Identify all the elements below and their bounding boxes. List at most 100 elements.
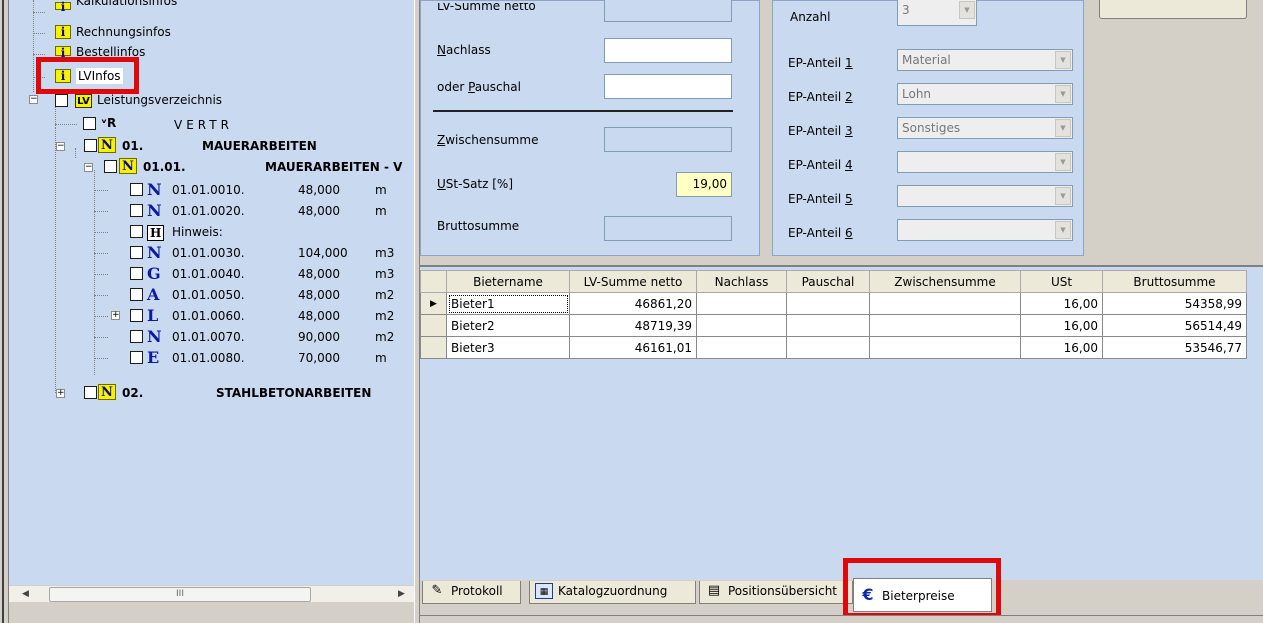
tree-item-vertr[interactable]: VERTR (174, 117, 233, 133)
tab-protokoll[interactable]: ✎ Protokoll (422, 581, 521, 604)
tree-checkbox[interactable] (84, 139, 97, 152)
grid-cell-lv-summe[interactable]: 48719,39 (569, 314, 697, 337)
tree-checkbox[interactable] (83, 117, 96, 130)
grid-cell-name[interactable]: Bieter2 (446, 314, 570, 337)
column-header[interactable]: Zwischensumme (869, 270, 1021, 293)
table-row[interactable]: Bieter2 48719,39 16,00 56514,49 (420, 314, 1247, 337)
grid-cell-nachlass[interactable] (696, 314, 787, 337)
tree-item-rechnungsinfos[interactable]: Rechnungsinfos (76, 24, 171, 40)
tree-item-root[interactable]: Leistungsverzeichnis (97, 92, 222, 108)
tree-checkbox[interactable] (104, 160, 117, 173)
ep-anteil-select[interactable]: ▼ (897, 185, 1073, 207)
tree-item-bestellinfos[interactable]: Bestellinfos (76, 44, 145, 56)
tree-subgroup-number[interactable]: 01.01. (143, 159, 186, 175)
grid-cell-ust[interactable]: 16,00 (1020, 314, 1103, 337)
tree-item-kalkulationsinfos[interactable]: Kalkulationsinfos (76, 0, 177, 8)
ep-anteil-select[interactable]: Lohn ▼ (897, 83, 1073, 105)
ep-anteil-select[interactable]: ▼ (897, 219, 1073, 241)
row-indicator[interactable] (420, 336, 447, 359)
tree-horizontal-scrollbar[interactable]: ◀ III ▶ (9, 585, 414, 602)
ep-anteil-select[interactable]: ▼ (897, 151, 1073, 173)
anzahl-label: Anzahl (790, 10, 831, 24)
scroll-left-icon[interactable]: ◀ (17, 586, 34, 603)
tree-checkbox[interactable] (130, 351, 143, 364)
position-code[interactable]: 01.01.0060. (172, 308, 245, 324)
grid-cell-zwischensumme[interactable] (869, 314, 1021, 337)
collapse-icon[interactable]: − (84, 163, 93, 172)
tree-checkbox[interactable] (130, 288, 143, 301)
grid-cell-pauschal[interactable] (786, 292, 870, 315)
collapse-icon[interactable]: − (56, 142, 65, 151)
grid-cell-lv-summe[interactable]: 46861,20 (569, 292, 697, 315)
row-indicator[interactable] (420, 314, 447, 337)
tree-group-number[interactable]: 02. (122, 385, 143, 401)
ust-input[interactable]: 19,00 (676, 172, 732, 197)
grid-cell-name[interactable]: Bieter1 (446, 292, 570, 315)
grid-cell-pauschal[interactable] (786, 336, 870, 359)
position-code[interactable]: Hinweis: (172, 224, 223, 240)
grid-cell-zwischensumme[interactable] (869, 336, 1021, 359)
anzahl-select[interactable]: 3 ▼ (897, 0, 977, 26)
tab-katalogzuordnung[interactable]: ▦ Katalogzuordnung (529, 581, 696, 604)
tree-checkbox[interactable] (130, 246, 143, 259)
chevron-down-icon[interactable]: ▼ (1055, 153, 1071, 171)
grid-cell-brutto[interactable]: 54358,99 (1102, 292, 1247, 315)
chevron-down-icon[interactable]: ▼ (1055, 51, 1071, 69)
tab-positionsuebersicht[interactable]: ▤ Positionsübersicht (699, 581, 853, 604)
grid-cell-ust[interactable]: 16,00 (1020, 336, 1103, 359)
tree-group-title[interactable]: MAUERARBEITEN (202, 138, 317, 154)
collapse-icon[interactable]: − (29, 95, 38, 104)
column-header[interactable]: Bruttosumme (1102, 270, 1247, 293)
grid-cell-name[interactable]: Bieter3 (446, 336, 570, 359)
position-code[interactable]: 01.01.0020. (172, 203, 245, 219)
expand-icon[interactable]: + (111, 311, 120, 320)
tree-checkbox[interactable] (130, 225, 143, 238)
grid-cell-lv-summe[interactable]: 46161,01 (569, 336, 697, 359)
chevron-down-icon[interactable]: ▼ (1055, 187, 1071, 205)
scroll-right-icon[interactable]: ▶ (393, 586, 410, 603)
expand-icon[interactable]: + (56, 389, 65, 398)
chevron-down-icon[interactable]: ▼ (959, 1, 975, 19)
grid-cell-brutto[interactable]: 53546,77 (1102, 336, 1247, 359)
table-row[interactable]: Bieter3 46161,01 16,00 53546,77 (420, 336, 1247, 359)
row-indicator[interactable]: ▶ (420, 292, 447, 315)
tree-checkbox[interactable] (84, 386, 97, 399)
grid-cell-brutto[interactable]: 56514,49 (1102, 314, 1247, 337)
table-row[interactable]: ▶ Bieter1 46861,20 16,00 54358,99 (420, 292, 1247, 315)
ep-anteil-select[interactable]: Material ▼ (897, 49, 1073, 71)
tree-checkbox[interactable] (130, 267, 143, 280)
column-header[interactable]: Bietername (446, 270, 570, 293)
grid-cell-nachlass[interactable] (696, 292, 787, 315)
chevron-down-icon[interactable]: ▼ (1055, 119, 1071, 137)
position-code[interactable]: 01.01.0080. (172, 350, 245, 366)
nachlass-input[interactable] (604, 38, 732, 63)
tree-group-title[interactable]: STAHLBETONARBEITEN (216, 385, 371, 401)
chevron-down-icon[interactable]: ▼ (1055, 221, 1071, 239)
position-code[interactable]: 01.01.0070. (172, 329, 245, 345)
grid-cell-nachlass[interactable] (696, 336, 787, 359)
pauschal-input[interactable] (604, 74, 732, 99)
tree-group-number[interactable]: 01. (122, 138, 143, 154)
ep-anteil-select[interactable]: Sonstiges ▼ (897, 117, 1073, 139)
tree-checkbox[interactable] (130, 183, 143, 196)
column-header[interactable]: USt (1020, 270, 1103, 293)
tree-checkbox[interactable] (130, 204, 143, 217)
scroll-thumb[interactable]: III (49, 587, 311, 602)
position-code[interactable]: 01.01.0040. (172, 266, 245, 282)
bidder-price-grid[interactable]: Bietername LV-Summe netto Nachlass Pausc… (420, 270, 1247, 359)
column-header[interactable]: LV-Summe netto (569, 270, 697, 293)
position-code[interactable]: 01.01.0030. (172, 245, 245, 261)
tree-checkbox[interactable] (130, 309, 143, 322)
chevron-down-icon[interactable]: ▼ (1055, 85, 1071, 103)
toolbar-button[interactable] (1099, 0, 1247, 19)
grid-cell-ust[interactable]: 16,00 (1020, 292, 1103, 315)
position-code[interactable]: 01.01.0050. (172, 287, 245, 303)
tree-checkbox[interactable] (130, 330, 143, 343)
tree-checkbox[interactable] (55, 94, 68, 107)
column-header[interactable]: Nachlass (696, 270, 787, 293)
position-code[interactable]: 01.01.0010. (172, 182, 245, 198)
grid-cell-pauschal[interactable] (786, 314, 870, 337)
column-header[interactable]: Pauschal (786, 270, 870, 293)
tree-subgroup-title[interactable]: MAUERARBEITEN - V (265, 159, 402, 175)
grid-cell-zwischensumme[interactable] (869, 292, 1021, 315)
